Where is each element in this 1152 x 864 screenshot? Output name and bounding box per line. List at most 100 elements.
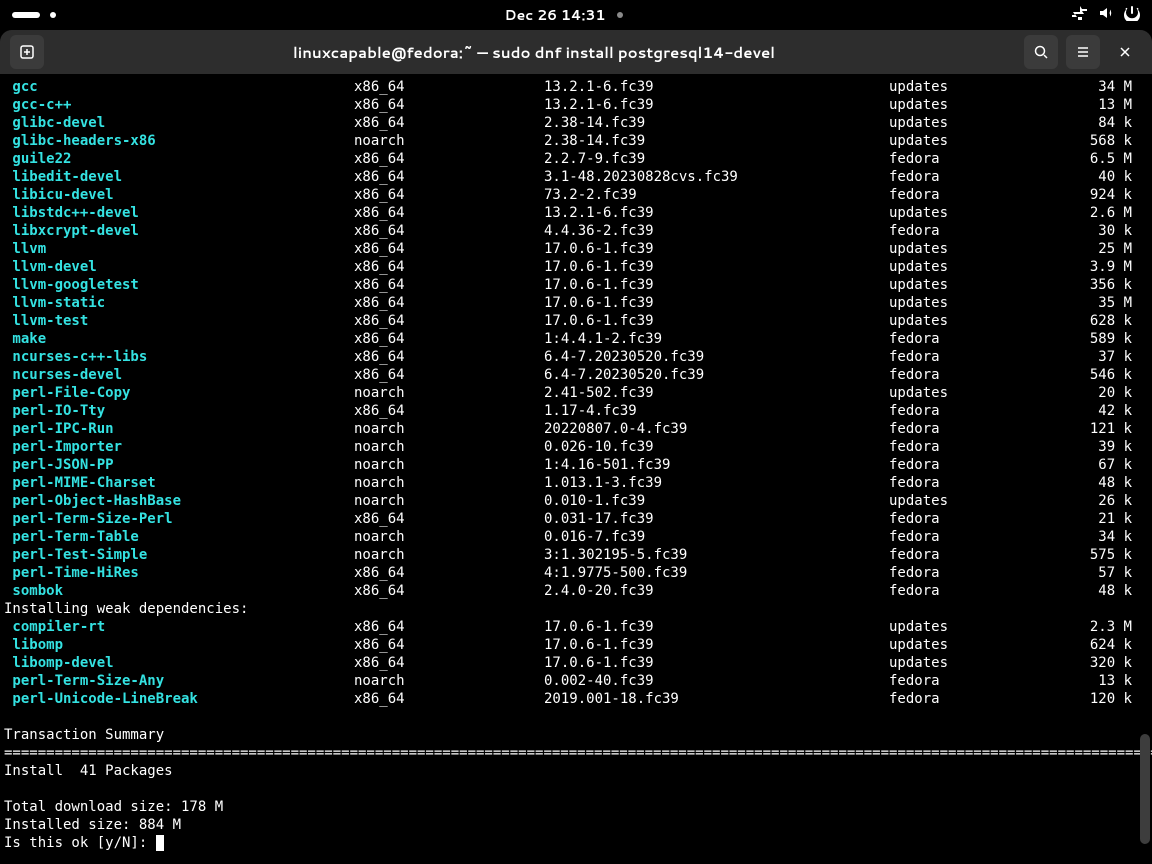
package-repo: fedora xyxy=(889,222,1034,240)
package-arch: x86_64 xyxy=(354,186,544,204)
package-version: 3:1.302195-5.fc39 xyxy=(544,546,889,564)
package-size: 21 k xyxy=(1034,510,1134,528)
package-repo: fedora xyxy=(889,582,1034,600)
package-arch: x86_64 xyxy=(354,510,544,528)
package-arch: noarch xyxy=(354,456,544,474)
package-name: perl-Term-Table xyxy=(4,528,354,546)
package-arch: x86_64 xyxy=(354,114,544,132)
package-size: 589 k xyxy=(1034,330,1134,348)
package-repo: fedora xyxy=(889,348,1034,366)
package-row: perl-JSON-PPnoarch1:4.16-501.fc39fedora6… xyxy=(4,456,1134,474)
package-name: llvm-static xyxy=(4,294,354,312)
search-button[interactable] xyxy=(1024,35,1058,69)
activities-pill-icon xyxy=(12,12,40,18)
package-row: perl-Object-HashBasenoarch0.010-1.fc39up… xyxy=(4,492,1134,510)
package-name: llvm-googletest xyxy=(4,276,354,294)
package-name: perl-IPC-Run xyxy=(4,420,354,438)
notification-dot-icon xyxy=(617,12,623,18)
package-name: perl-JSON-PP xyxy=(4,456,354,474)
package-size: 120 k xyxy=(1034,690,1134,708)
package-arch: noarch xyxy=(354,546,544,564)
package-name: perl-Object-HashBase xyxy=(4,492,354,510)
package-version: 3.1-48.20230828cvs.fc39 xyxy=(544,168,889,186)
package-name: llvm xyxy=(4,240,354,258)
package-size: 26 k xyxy=(1034,492,1134,510)
terminal-viewport: gccx86_6413.2.1-6.fc39updates34 M gcc-c+… xyxy=(0,74,1152,864)
close-button[interactable] xyxy=(1108,35,1142,69)
package-version: 20220807.0-4.fc39 xyxy=(544,420,889,438)
package-version: 2.41-502.fc39 xyxy=(544,384,889,402)
package-name: glibc-headers-x86 xyxy=(4,132,354,150)
scrollbar[interactable] xyxy=(1140,74,1150,864)
package-row: makex86_641:4.4.1-2.fc39fedora589 k xyxy=(4,330,1134,348)
package-version: 17.0.6-1.fc39 xyxy=(544,240,889,258)
package-repo: updates xyxy=(889,78,1034,96)
package-version: 13.2.1-6.fc39 xyxy=(544,204,889,222)
package-size: 84 k xyxy=(1034,114,1134,132)
package-size: 40 k xyxy=(1034,168,1134,186)
package-repo: updates xyxy=(889,114,1034,132)
package-repo: fedora xyxy=(889,438,1034,456)
terminal-output[interactable]: gccx86_6413.2.1-6.fc39updates34 M gcc-c+… xyxy=(0,74,1138,864)
package-row: ncurses-develx86_646.4-7.20230520.fc39fe… xyxy=(4,366,1134,384)
package-row: perl-Term-Tablenoarch0.016-7.fc39fedora3… xyxy=(4,528,1134,546)
package-repo: updates xyxy=(889,312,1034,330)
package-arch: x86_64 xyxy=(354,294,544,312)
cursor-icon xyxy=(156,835,164,851)
package-arch: x86_64 xyxy=(354,78,544,96)
network-icon[interactable] xyxy=(1072,5,1088,26)
scroll-thumb[interactable] xyxy=(1140,734,1150,844)
package-row: perl-IPC-Runnoarch20220807.0-4.fc39fedor… xyxy=(4,420,1134,438)
package-name: perl-Term-Size-Perl xyxy=(4,510,354,528)
package-row: libicu-develx86_6473.2-2.fc39fedora924 k xyxy=(4,186,1134,204)
package-arch: x86_64 xyxy=(354,636,544,654)
package-repo: fedora xyxy=(889,186,1034,204)
package-size: 48 k xyxy=(1034,582,1134,600)
package-repo: fedora xyxy=(889,474,1034,492)
package-version: 6.4-7.20230520.fc39 xyxy=(544,348,889,366)
package-size: 2.3 M xyxy=(1034,618,1134,636)
package-arch: noarch xyxy=(354,492,544,510)
activities-area[interactable] xyxy=(12,12,56,18)
package-size: 3.9 M xyxy=(1034,258,1134,276)
package-size: 6.5 M xyxy=(1034,150,1134,168)
package-repo: fedora xyxy=(889,528,1034,546)
summary-divider: ========================================… xyxy=(4,744,1134,762)
system-tray[interactable] xyxy=(1072,5,1140,26)
package-arch: x86_64 xyxy=(354,330,544,348)
titlebar: linuxcapable@fedora:~ — sudo dnf install… xyxy=(0,30,1152,74)
volume-icon[interactable] xyxy=(1098,5,1114,26)
power-icon[interactable] xyxy=(1124,5,1140,26)
package-row: perl-Term-Size-Perlx86_640.031-17.fc39fe… xyxy=(4,510,1134,528)
package-name: perl-MIME-Charset xyxy=(4,474,354,492)
package-repo: fedora xyxy=(889,672,1034,690)
package-version: 0.002-40.fc39 xyxy=(544,672,889,690)
menu-button[interactable] xyxy=(1066,35,1100,69)
package-version: 1:4.16-501.fc39 xyxy=(544,456,889,474)
package-repo: updates xyxy=(889,294,1034,312)
package-repo: fedora xyxy=(889,564,1034,582)
package-size: 356 k xyxy=(1034,276,1134,294)
package-arch: x86_64 xyxy=(354,222,544,240)
clock-area[interactable]: Dec 26 14:31 xyxy=(505,5,624,25)
package-arch: noarch xyxy=(354,528,544,546)
package-row: perl-Term-Size-Anynoarch0.002-40.fc39fed… xyxy=(4,672,1134,690)
package-name: make xyxy=(4,330,354,348)
package-arch: x86_64 xyxy=(354,168,544,186)
package-row: perl-Test-Simplenoarch3:1.302195-5.fc39f… xyxy=(4,546,1134,564)
gnome-topbar: Dec 26 14:31 xyxy=(0,0,1152,30)
package-version: 17.0.6-1.fc39 xyxy=(544,258,889,276)
package-version: 13.2.1-6.fc39 xyxy=(544,96,889,114)
package-repo: fedora xyxy=(889,168,1034,186)
package-arch: x86_64 xyxy=(354,654,544,672)
package-version: 0.010-1.fc39 xyxy=(544,492,889,510)
workspace-dot-icon xyxy=(50,12,56,18)
package-name: libxcrypt-devel xyxy=(4,222,354,240)
package-row: libedit-develx86_643.1-48.20230828cvs.fc… xyxy=(4,168,1134,186)
confirm-prompt[interactable]: Is this ok [y/N]: xyxy=(4,834,1134,852)
package-repo: updates xyxy=(889,240,1034,258)
package-repo: fedora xyxy=(889,366,1034,384)
new-tab-button[interactable] xyxy=(10,35,44,69)
package-arch: x86_64 xyxy=(354,276,544,294)
package-version: 4.4.36-2.fc39 xyxy=(544,222,889,240)
